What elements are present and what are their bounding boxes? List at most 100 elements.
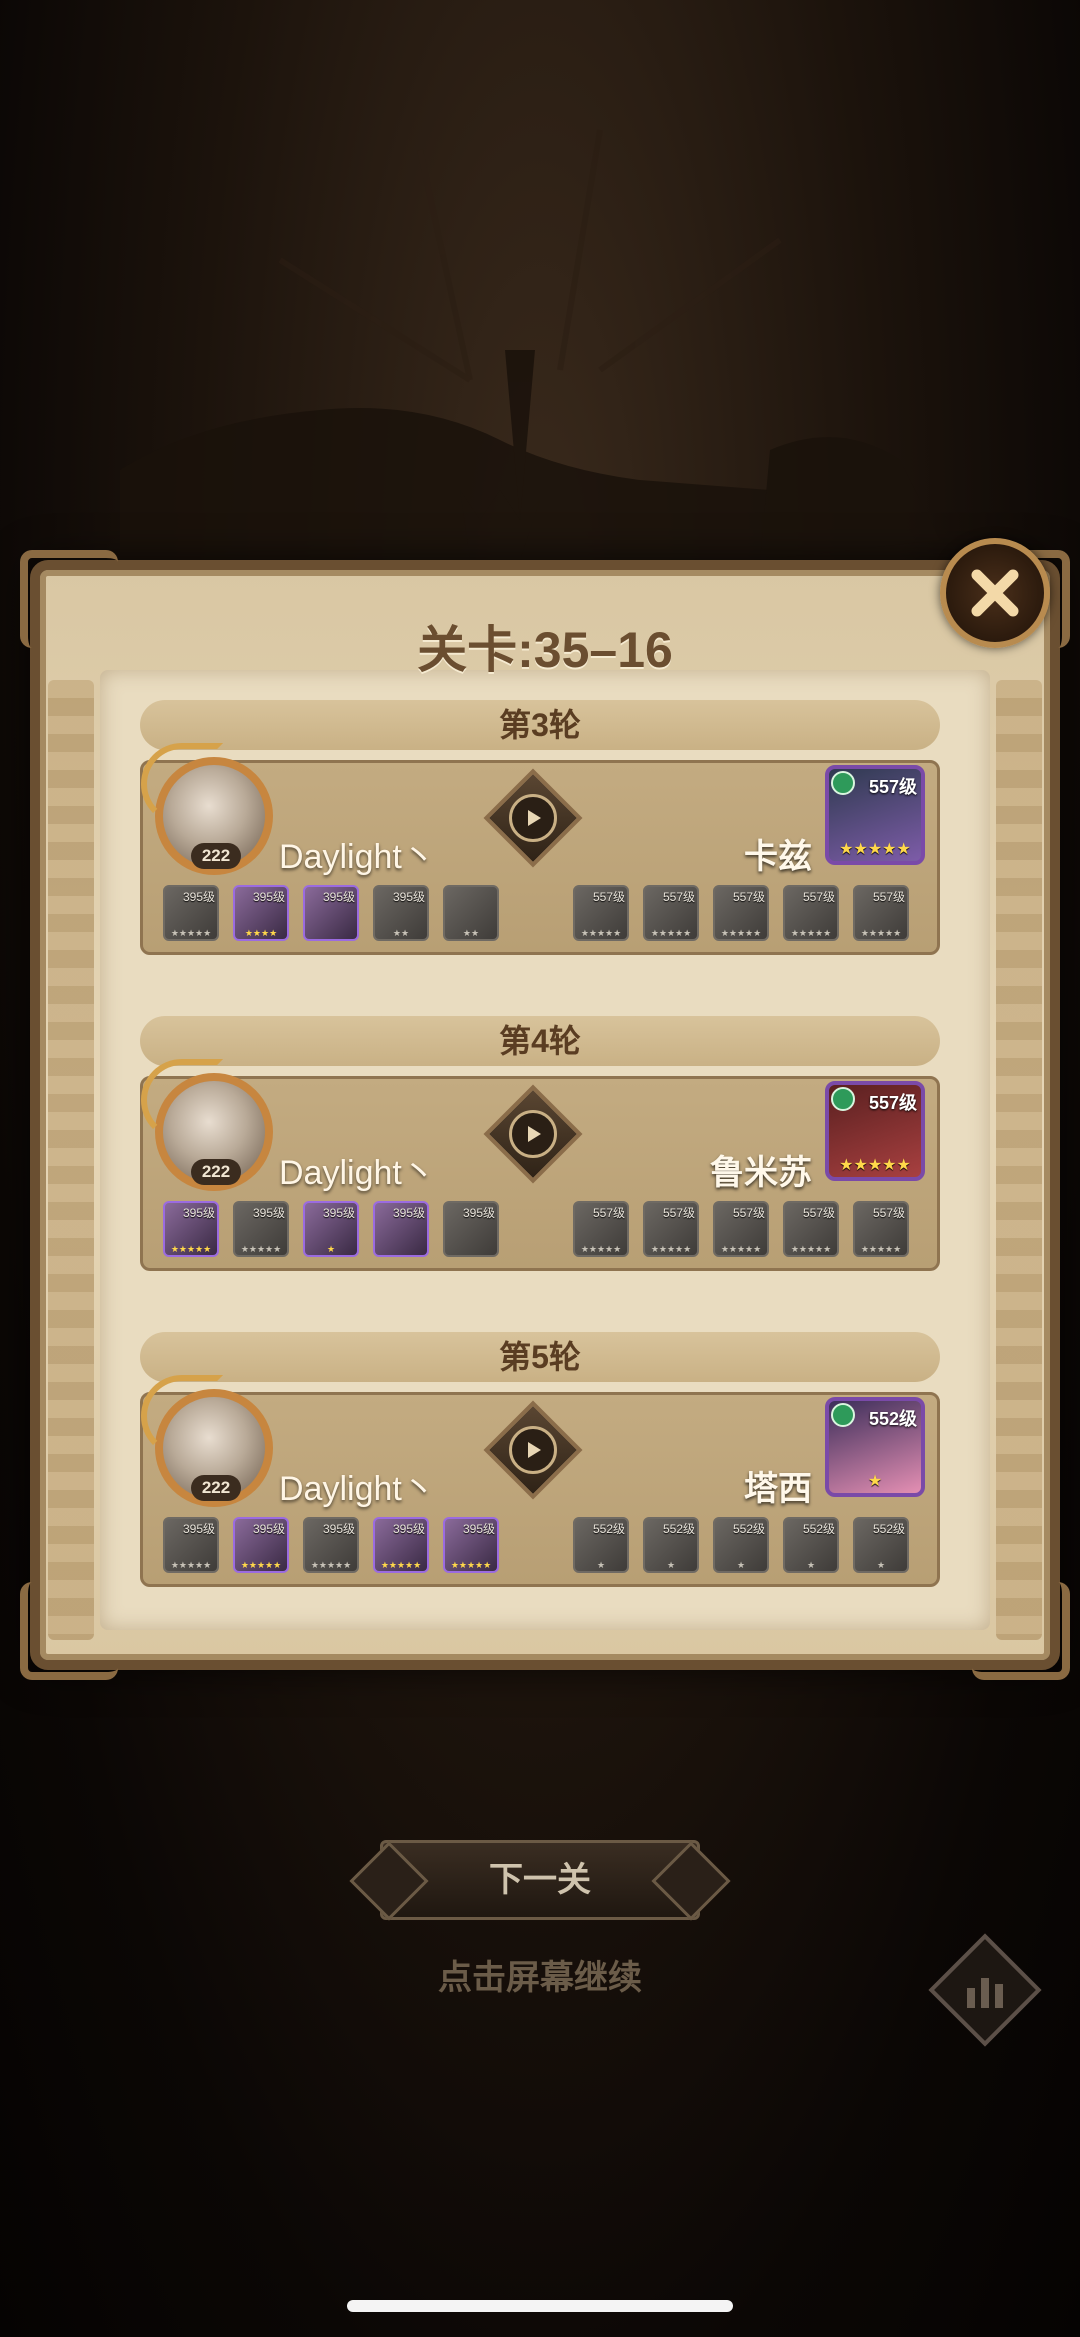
faction-icon — [831, 771, 855, 795]
hero-stars: ★★★★★ — [580, 1244, 622, 1254]
round-label: 第4轮 — [140, 1016, 940, 1066]
player-hero-slot[interactable]: 395级 ★★★★★ — [163, 1517, 219, 1573]
hero-stars: ★ — [596, 1560, 606, 1570]
player-hero-slot[interactable]: 395级 ★★★★★ — [373, 1517, 429, 1573]
enemy-hero-slot[interactable]: 552级 ★ — [573, 1517, 629, 1573]
hero-stars: ★★★★★ — [170, 1560, 212, 1570]
player-hero-slot[interactable]: 395级 — [443, 1201, 499, 1257]
panel-border-right — [996, 680, 1042, 1640]
bar-chart-icon — [967, 1978, 1003, 2008]
hero-stars: ★★★★★ — [720, 1244, 762, 1254]
enemy-hero-slot[interactable]: 557级 ★★★★★ — [573, 885, 629, 941]
enemy-boss-level: 557级 — [868, 1093, 917, 1113]
enemy-boss-portrait[interactable]: 557级 ★★★★★ — [825, 765, 925, 865]
hero-stars: ★★★★★ — [580, 928, 622, 938]
hero-stars: ★★★★★ — [650, 928, 692, 938]
hero-level: 395级 — [252, 890, 285, 904]
home-indicator — [347, 2300, 733, 2312]
panel-border-left — [48, 680, 94, 1640]
enemy-hero-slot[interactable]: 557级 ★★★★★ — [713, 1201, 769, 1257]
enemy-hero-slot[interactable]: 557级 ★★★★★ — [853, 1201, 909, 1257]
player-hero-slot[interactable]: 395级 — [303, 885, 359, 941]
round-card: 222 Daylight丶 塔西 552级 ★ 395级 ★★★★★ 395级 ★★★★★ 395… — [140, 1375, 940, 1587]
enemy-hero-slot[interactable]: 557级 ★★★★★ — [783, 885, 839, 941]
player-hero-slot[interactable]: 395级 ★★★★★ — [443, 1517, 499, 1573]
hero-stars: ★ — [876, 1560, 886, 1570]
hero-level: 557级 — [662, 1206, 695, 1220]
hero-stars: ★★★★★ — [240, 1560, 282, 1570]
player-hero-slot[interactable]: 395级 ★★★★★ — [233, 1517, 289, 1573]
round-card: 222 Daylight丶 卡兹 557级 ★★★★★ 395级 ★★★★★ 395级 ★★★★… — [140, 743, 940, 955]
enemy-hero-slot[interactable]: 557级 ★★★★★ — [643, 885, 699, 941]
enemy-boss-name: 卡兹 — [744, 838, 812, 876]
hero-level: 557级 — [802, 890, 835, 904]
play-icon[interactable] — [509, 794, 557, 842]
hero-level: 395级 — [182, 890, 215, 904]
hero-level: 395级 — [252, 1522, 285, 1536]
hero-level: 557级 — [872, 1206, 905, 1220]
enemy-boss-level: 557级 — [868, 777, 917, 797]
hero-level: 395级 — [392, 1206, 425, 1220]
enemy-hero-slot[interactable]: 557级 ★★★★★ — [713, 885, 769, 941]
hero-level: 557级 — [732, 890, 765, 904]
player-hero-slot[interactable]: 395级 ★★★★ — [233, 885, 289, 941]
round-label: 第5轮 — [140, 1332, 940, 1382]
enemy-hero-slot[interactable]: 557级 ★★★★★ — [573, 1201, 629, 1257]
hero-level: 395级 — [322, 890, 355, 904]
enemy-hero-slot[interactable]: 552级 ★ — [783, 1517, 839, 1573]
enemy-boss-stars: ★★★★★ — [839, 841, 911, 858]
round-section: 第4轮 222 Daylight丶 鲁米苏 557级 ★★★★★ 395级 ★★★★★ 395级… — [140, 1016, 940, 1271]
enemy-boss-name: 鲁米苏 — [710, 1154, 812, 1192]
enemy-hero-slot[interactable]: 557级 ★★★★★ — [783, 1201, 839, 1257]
tap-to-continue-hint: 点击屏幕继续 — [438, 1959, 642, 1997]
enemy-boss-portrait[interactable]: 557级 ★★★★★ — [825, 1081, 925, 1181]
player-level-badge: 222 — [191, 1159, 241, 1185]
enemy-hero-slot[interactable]: 557级 ★★★★★ — [853, 885, 909, 941]
enemy-hero-slot[interactable]: 552级 ★ — [853, 1517, 909, 1573]
player-name: Daylight丶 — [279, 1470, 436, 1508]
player-hero-slot[interactable]: 395级 ★ — [303, 1201, 359, 1257]
play-icon[interactable] — [509, 1426, 557, 1474]
hero-level: 395级 — [462, 1522, 495, 1536]
player-hero-slot[interactable]: 395级 ★★★★★ — [163, 1201, 219, 1257]
stage-title: 关卡:35–16 — [417, 622, 673, 678]
player-level-badge: 222 — [191, 843, 241, 869]
player-name: Daylight丶 — [279, 838, 436, 876]
hero-stars: ★★★★★ — [720, 928, 762, 938]
player-hero-slot[interactable]: 395级 ★★★★★ — [303, 1517, 359, 1573]
player-hero-slot[interactable]: 395级 ★★ — [373, 885, 429, 941]
player-name: Daylight丶 — [279, 1154, 436, 1192]
hero-level: 557级 — [662, 890, 695, 904]
faction-icon — [831, 1403, 855, 1427]
hero-level: 395级 — [462, 1206, 495, 1220]
hero-level: 557级 — [872, 890, 905, 904]
hero-level: 395级 — [252, 1206, 285, 1220]
player-level-badge: 222 — [191, 1475, 241, 1501]
hero-stars: ★★★★ — [244, 928, 278, 938]
player-hero-slot[interactable]: 395级 ★★★★★ — [163, 885, 219, 941]
enemy-boss-stars: ★ — [867, 1473, 883, 1490]
enemy-hero-slot[interactable]: 552级 ★ — [643, 1517, 699, 1573]
hero-stars: ★★★★★ — [860, 928, 902, 938]
hero-level: 557级 — [732, 1206, 765, 1220]
next-stage-button[interactable]: 下一关 — [380, 1840, 700, 1920]
hero-stars: ★ — [326, 1244, 336, 1254]
enemy-boss-level: 552级 — [868, 1409, 917, 1429]
hero-stars: ★★★★★ — [240, 1244, 282, 1254]
play-icon[interactable] — [509, 1110, 557, 1158]
enemy-hero-slot[interactable]: 557级 ★★★★★ — [643, 1201, 699, 1257]
player-hero-slot[interactable]: 395级 ★★★★★ — [233, 1201, 289, 1257]
enemy-hero-slot[interactable]: 552级 ★ — [713, 1517, 769, 1573]
player-hero-slot[interactable]: 395级 — [373, 1201, 429, 1257]
round-section: 第5轮 222 Daylight丶 塔西 552级 ★ 395级 ★★★★★ 395级 ★★★★★… — [140, 1332, 940, 1587]
close-button[interactable] — [940, 538, 1050, 648]
round-section: 第3轮 222 Daylight丶 卡兹 557级 ★★★★★ 395级 ★★★★★ 395级 ★… — [140, 700, 940, 955]
hero-level: 395级 — [322, 1206, 355, 1220]
player-hero-slot[interactable]: ★★ — [443, 885, 499, 941]
enemy-boss-portrait[interactable]: 552级 ★ — [825, 1397, 925, 1497]
hero-level: 552级 — [592, 1522, 625, 1536]
hero-stars: ★★★★★ — [790, 928, 832, 938]
hero-stars: ★ — [736, 1560, 746, 1570]
hero-stars: ★★★★★ — [790, 1244, 832, 1254]
hero-stars: ★★★★★ — [170, 928, 212, 938]
